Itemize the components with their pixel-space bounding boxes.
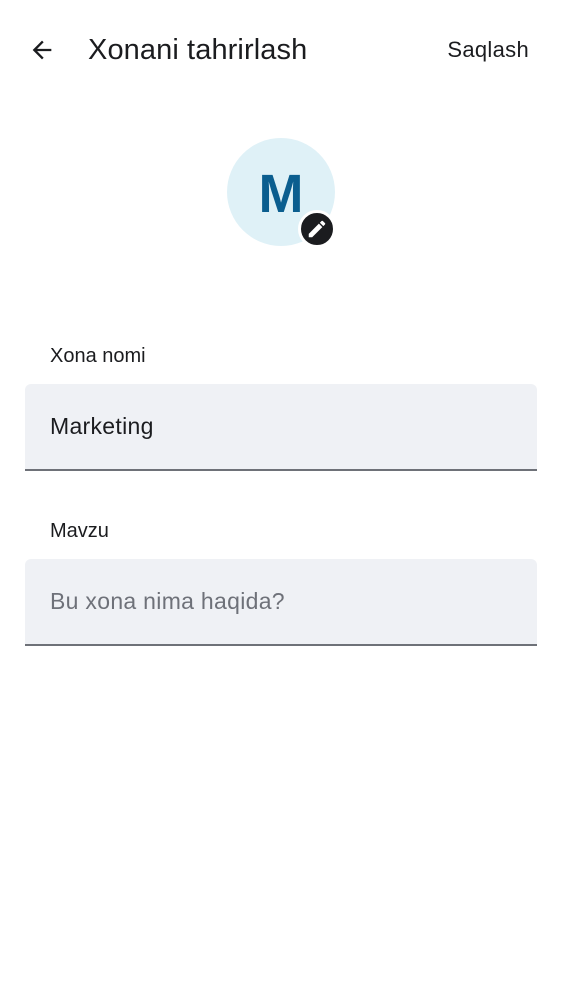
- save-button[interactable]: Saqlash: [447, 32, 529, 68]
- back-button[interactable]: [20, 28, 64, 72]
- avatar-letter: M: [258, 164, 304, 224]
- page-title: Xonani tahrirlash: [88, 34, 308, 66]
- topic-field[interactable]: [25, 559, 537, 646]
- topic-label: Mavzu: [50, 520, 109, 542]
- topic-input[interactable]: [50, 559, 512, 644]
- room-avatar-button[interactable]: M: [227, 138, 339, 250]
- room-name-field[interactable]: [25, 384, 537, 471]
- pencil-icon: [308, 220, 326, 238]
- top-app-bar: Xonani tahrirlash Saqlash: [0, 0, 562, 100]
- edit-room-screen: Xonani tahrirlash Saqlash M Xona nomi Ma…: [0, 0, 562, 1000]
- arrow-back-icon: [32, 40, 52, 60]
- room-name-input[interactable]: [50, 384, 512, 469]
- edit-avatar-badge[interactable]: [298, 210, 336, 248]
- room-name-label: Xona nomi: [50, 345, 146, 367]
